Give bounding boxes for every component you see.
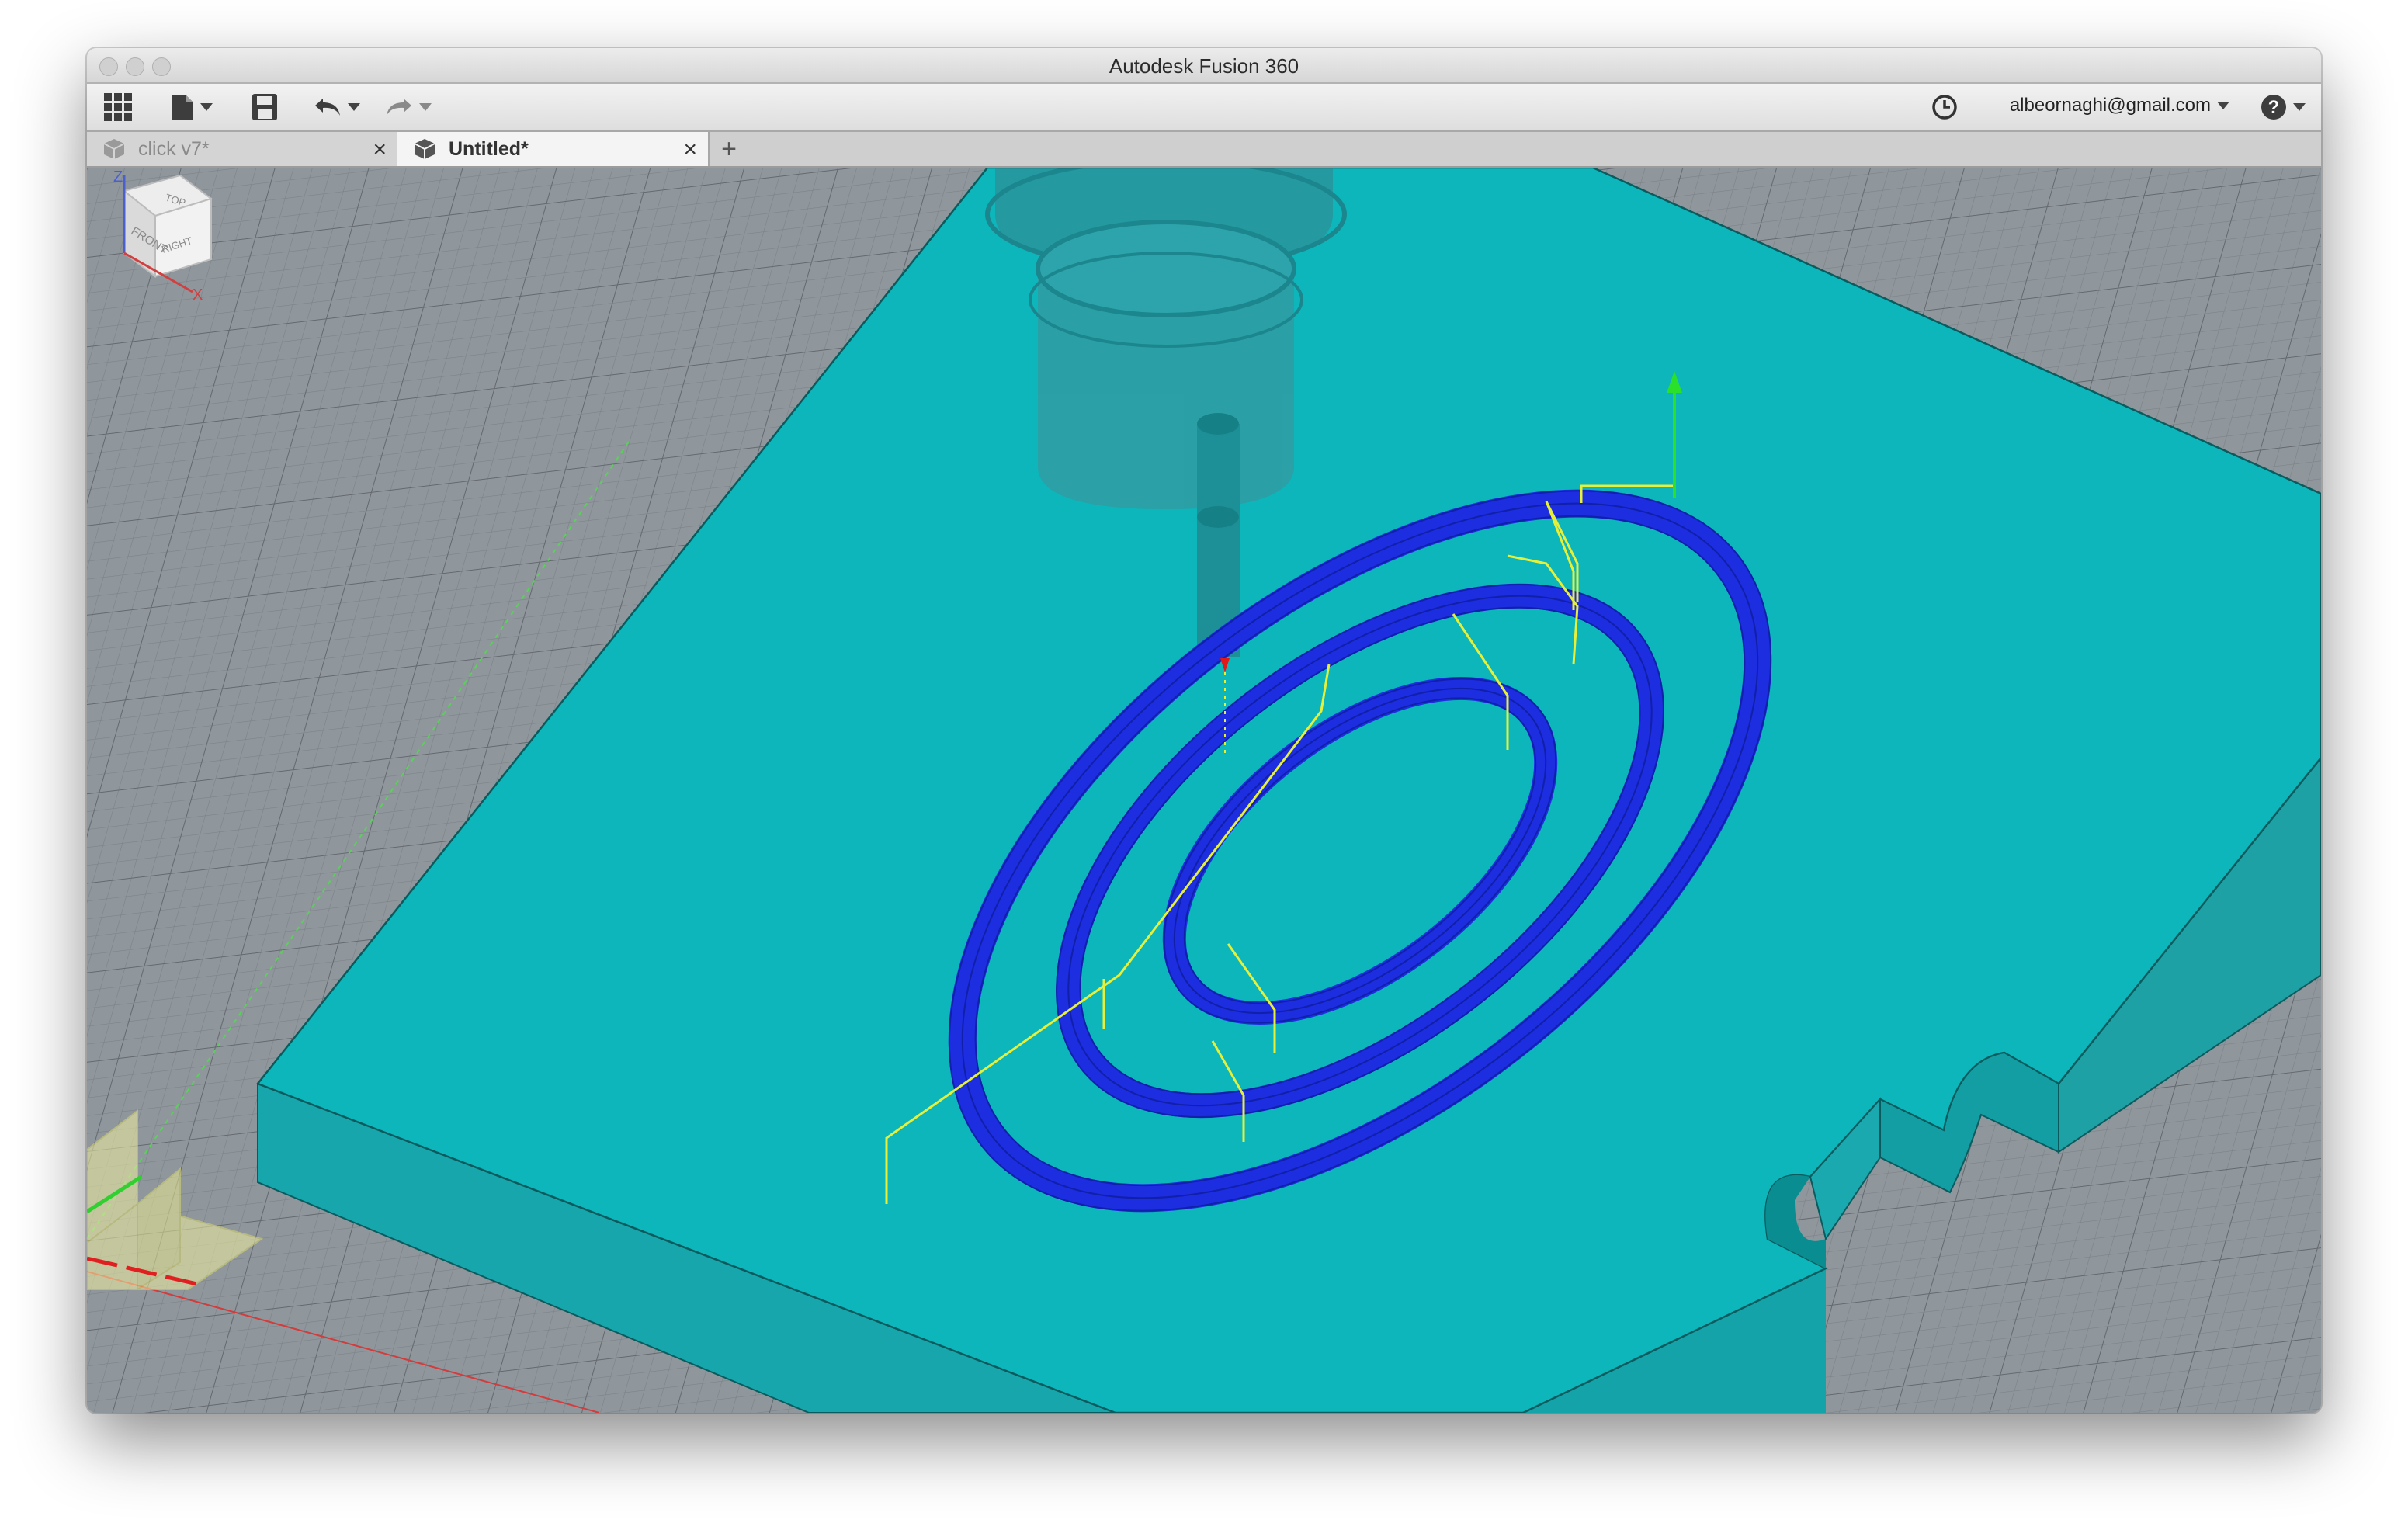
job-status-button[interactable] xyxy=(1931,92,1958,123)
undo-button[interactable] xyxy=(314,92,360,123)
save-icon xyxy=(252,94,277,120)
z-axis-label: Z xyxy=(113,168,123,186)
chevron-down-icon xyxy=(2217,102,2229,109)
save-button[interactable] xyxy=(252,92,278,123)
grid-icon xyxy=(104,93,132,121)
file-menu-button[interactable] xyxy=(171,92,213,123)
redo-button[interactable] xyxy=(385,92,432,123)
quick-access-toolbar: albeornaghi@gmail.com ? xyxy=(87,84,2321,132)
close-icon[interactable]: × xyxy=(373,137,387,163)
x-axis-label: X xyxy=(193,286,203,304)
title-bar: Autodesk Fusion 360 xyxy=(87,48,2321,84)
chevron-down-icon xyxy=(200,103,213,111)
redo-icon xyxy=(387,99,411,116)
chevron-down-icon xyxy=(419,103,432,111)
apps-button[interactable] xyxy=(104,92,132,123)
cube-icon xyxy=(414,139,435,159)
clock-icon xyxy=(1932,95,1957,120)
document-icon xyxy=(172,95,193,120)
tab-label: Untitled* xyxy=(449,137,529,160)
undo-icon xyxy=(315,99,340,116)
canvas-viewport[interactable]: TOP FRONT RIGHT Z X xyxy=(87,168,2321,1413)
svg-text:?: ? xyxy=(2268,97,2280,118)
chevron-down-icon xyxy=(2293,103,2306,111)
user-account-menu[interactable]: albeornaghi@gmail.com xyxy=(2010,95,2229,116)
view-cube[interactable]: TOP FRONT RIGHT Z X xyxy=(87,168,219,307)
tab-click-v7[interactable]: click v7* × xyxy=(87,132,399,166)
cube-icon xyxy=(103,139,125,159)
close-icon[interactable]: × xyxy=(683,137,697,163)
tab-label: click v7* xyxy=(138,137,210,160)
chevron-down-icon xyxy=(348,103,360,111)
new-tab-button[interactable]: + xyxy=(708,132,750,166)
app-window: Autodesk Fusion 360 albeornaghi@gmail.co… xyxy=(87,48,2321,1413)
help-icon: ? xyxy=(2261,95,2286,120)
document-tabs: click v7* × Untitled* × + xyxy=(87,132,2321,168)
help-button[interactable]: ? xyxy=(2261,92,2306,123)
user-email: albeornaghi@gmail.com xyxy=(2009,95,2211,116)
tab-untitled[interactable]: Untitled* × xyxy=(397,132,710,166)
scene xyxy=(87,168,2321,1413)
window-title: Autodesk Fusion 360 xyxy=(1109,54,1299,78)
